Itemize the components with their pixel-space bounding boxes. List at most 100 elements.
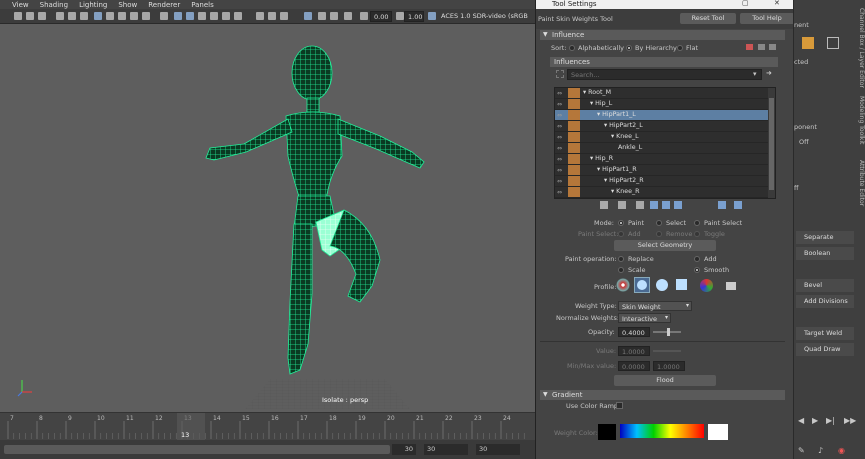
color-ramp-bar[interactable] (620, 424, 704, 438)
sort-hierarchy-radio[interactable] (626, 45, 632, 51)
isolate-select-icon[interactable] (304, 12, 312, 20)
key-icon[interactable]: ✎ (798, 446, 805, 455)
menu-shading[interactable]: Shading (40, 1, 68, 9)
boolean-button[interactable]: Boolean (796, 247, 854, 260)
joint-color-swatch[interactable] (568, 176, 580, 186)
wireframe-on-shaded-icon[interactable] (186, 12, 194, 20)
use-color-ramp-checkbox[interactable] (616, 402, 623, 409)
shadows-icon[interactable] (222, 12, 230, 20)
xray-joints-icon[interactable] (330, 12, 338, 20)
visibility-toggle-icon[interactable]: ⇔ (557, 90, 567, 97)
op-add-radio[interactable] (694, 256, 700, 262)
joint-color-swatch[interactable] (568, 132, 580, 142)
min-value-field[interactable]: 0.0000 (618, 361, 650, 371)
menu-panels[interactable]: Panels (191, 1, 214, 9)
lights-icon[interactable] (210, 12, 218, 20)
sort-alpha-radio[interactable] (569, 45, 575, 51)
ps-toggle-radio[interactable] (694, 231, 700, 237)
color-management-icon[interactable] (428, 12, 436, 20)
sort-flat-radio[interactable] (677, 45, 683, 51)
influence-row[interactable]: ⇔ Ankle_L (555, 143, 769, 154)
remove-influence-icon[interactable] (746, 44, 753, 50)
search-dropdown-icon[interactable]: ▾ (753, 70, 757, 78)
step-forward-icon[interactable]: ▶| (826, 416, 835, 425)
influence-row[interactable]: ⇔ ▾ Hip_L (555, 99, 769, 110)
influence-search-input[interactable]: Search... (567, 69, 762, 80)
collapse-all-icon[interactable] (734, 201, 742, 209)
sound-icon[interactable]: ♪ (818, 446, 823, 455)
maximize-icon[interactable]: ▢ (742, 0, 749, 7)
op-scale-radio[interactable] (618, 267, 624, 273)
menu-lighting[interactable]: Lighting (79, 1, 107, 9)
mode-paint-select-radio[interactable] (694, 220, 700, 226)
lock-camera-icon[interactable] (26, 12, 34, 20)
film-gate-icon[interactable] (80, 12, 88, 20)
add-divisions-button[interactable]: Add Divisions (796, 295, 854, 308)
reset-tool-button[interactable]: Reset Tool (680, 13, 736, 24)
paste-weights-icon[interactable] (636, 201, 644, 209)
quad-draw-button[interactable]: Quad Draw (796, 343, 854, 356)
wireframe-icon[interactable] (160, 12, 168, 20)
op-smooth-radio[interactable] (694, 267, 700, 273)
tree-scroll-thumb[interactable] (769, 98, 774, 190)
lock-influence-icon[interactable] (758, 44, 765, 50)
stamp-brush-icon[interactable] (700, 279, 713, 292)
browse-folder-icon[interactable] (726, 282, 736, 290)
influence-section-header[interactable]: ▼ Influence (540, 30, 785, 40)
view-transform-label[interactable]: ACES 1.0 SDR-video (sRGB (438, 11, 532, 22)
opacity-field[interactable]: 0.4000 (618, 327, 650, 337)
field-chart-icon[interactable] (118, 12, 126, 20)
channel-box-tab[interactable]: Channel Box / Layer Editor (857, 8, 865, 88)
prune-icon[interactable] (650, 201, 658, 209)
mode-select-radio[interactable] (656, 220, 662, 226)
joint-color-swatch[interactable] (568, 187, 580, 197)
joint-color-swatch[interactable] (568, 154, 580, 164)
influence-row[interactable]: ⇔ ▾ HipPart1_L (555, 110, 769, 121)
xray-components-icon[interactable] (344, 12, 352, 20)
gaussian-brush-icon[interactable] (616, 278, 630, 292)
menu-view[interactable]: View (12, 1, 29, 9)
mirror-icon[interactable] (662, 201, 670, 209)
tool-help-button[interactable]: Tool Help (740, 13, 794, 24)
square-brush-icon[interactable] (676, 279, 687, 290)
expand-all-icon[interactable] (718, 201, 726, 209)
bookmark-icon[interactable] (38, 12, 46, 20)
visibility-toggle-icon[interactable]: ⇔ (557, 156, 567, 163)
mode-paint-radio[interactable] (618, 220, 624, 226)
visibility-toggle-icon[interactable]: ⇔ (557, 123, 567, 130)
target-weld-button[interactable]: Target Weld (796, 327, 854, 340)
play-icon[interactable]: ▶ (812, 416, 818, 425)
visibility-toggle-icon[interactable]: ⇔ (557, 189, 567, 196)
joint-color-swatch[interactable] (568, 143, 580, 153)
time-slider[interactable]: 7 8 9 10 11 12 13 14 15 16 17 18 19 20 21 22 23 24 13 (0, 412, 535, 440)
weight-color-min-swatch[interactable] (598, 424, 616, 440)
gate-mask-icon[interactable] (106, 12, 114, 20)
normalize-icon[interactable] (674, 201, 682, 209)
multi-component-icon[interactable] (827, 37, 839, 49)
visibility-toggle-icon[interactable]: ⇔ (557, 101, 567, 108)
grid-icon[interactable] (68, 12, 76, 20)
visibility-toggle-icon[interactable]: ⇔ (557, 134, 567, 141)
antialias-icon[interactable] (268, 12, 276, 20)
menu-renderer[interactable]: Renderer (148, 1, 180, 9)
influence-row[interactable]: ⇔ ▾ Knee_L (555, 132, 769, 143)
visibility-toggle-icon[interactable]: ⇔ (557, 167, 567, 174)
xray-icon[interactable] (318, 12, 326, 20)
max-value-field[interactable]: 1.0000 (653, 361, 685, 371)
bevel-button[interactable]: Bevel (796, 279, 854, 292)
pin-icon[interactable]: ➜ (766, 69, 772, 77)
influence-row[interactable]: ⇔ ▾ HipPart2_L (555, 121, 769, 132)
depth-of-field-icon[interactable] (280, 12, 288, 20)
value-slider[interactable] (653, 350, 681, 352)
value-field[interactable]: 1.0000 (618, 346, 650, 356)
attribute-editor-tab[interactable]: Attribute Editor (857, 160, 865, 206)
visibility-toggle-icon[interactable]: ⇔ (557, 178, 567, 185)
gradient-section-header[interactable]: ▼ Gradient (540, 390, 785, 400)
normalize-dropdown[interactable]: Interactive (618, 313, 671, 323)
select-geometry-button[interactable]: Select Geometry (614, 240, 716, 251)
close-icon[interactable]: ✕ (774, 0, 780, 7)
ambient-occlusion-icon[interactable] (234, 12, 242, 20)
playback-end-field[interactable]: 30 (424, 444, 468, 455)
influence-options-icon[interactable] (769, 44, 776, 50)
image-plane-icon[interactable] (56, 12, 64, 20)
